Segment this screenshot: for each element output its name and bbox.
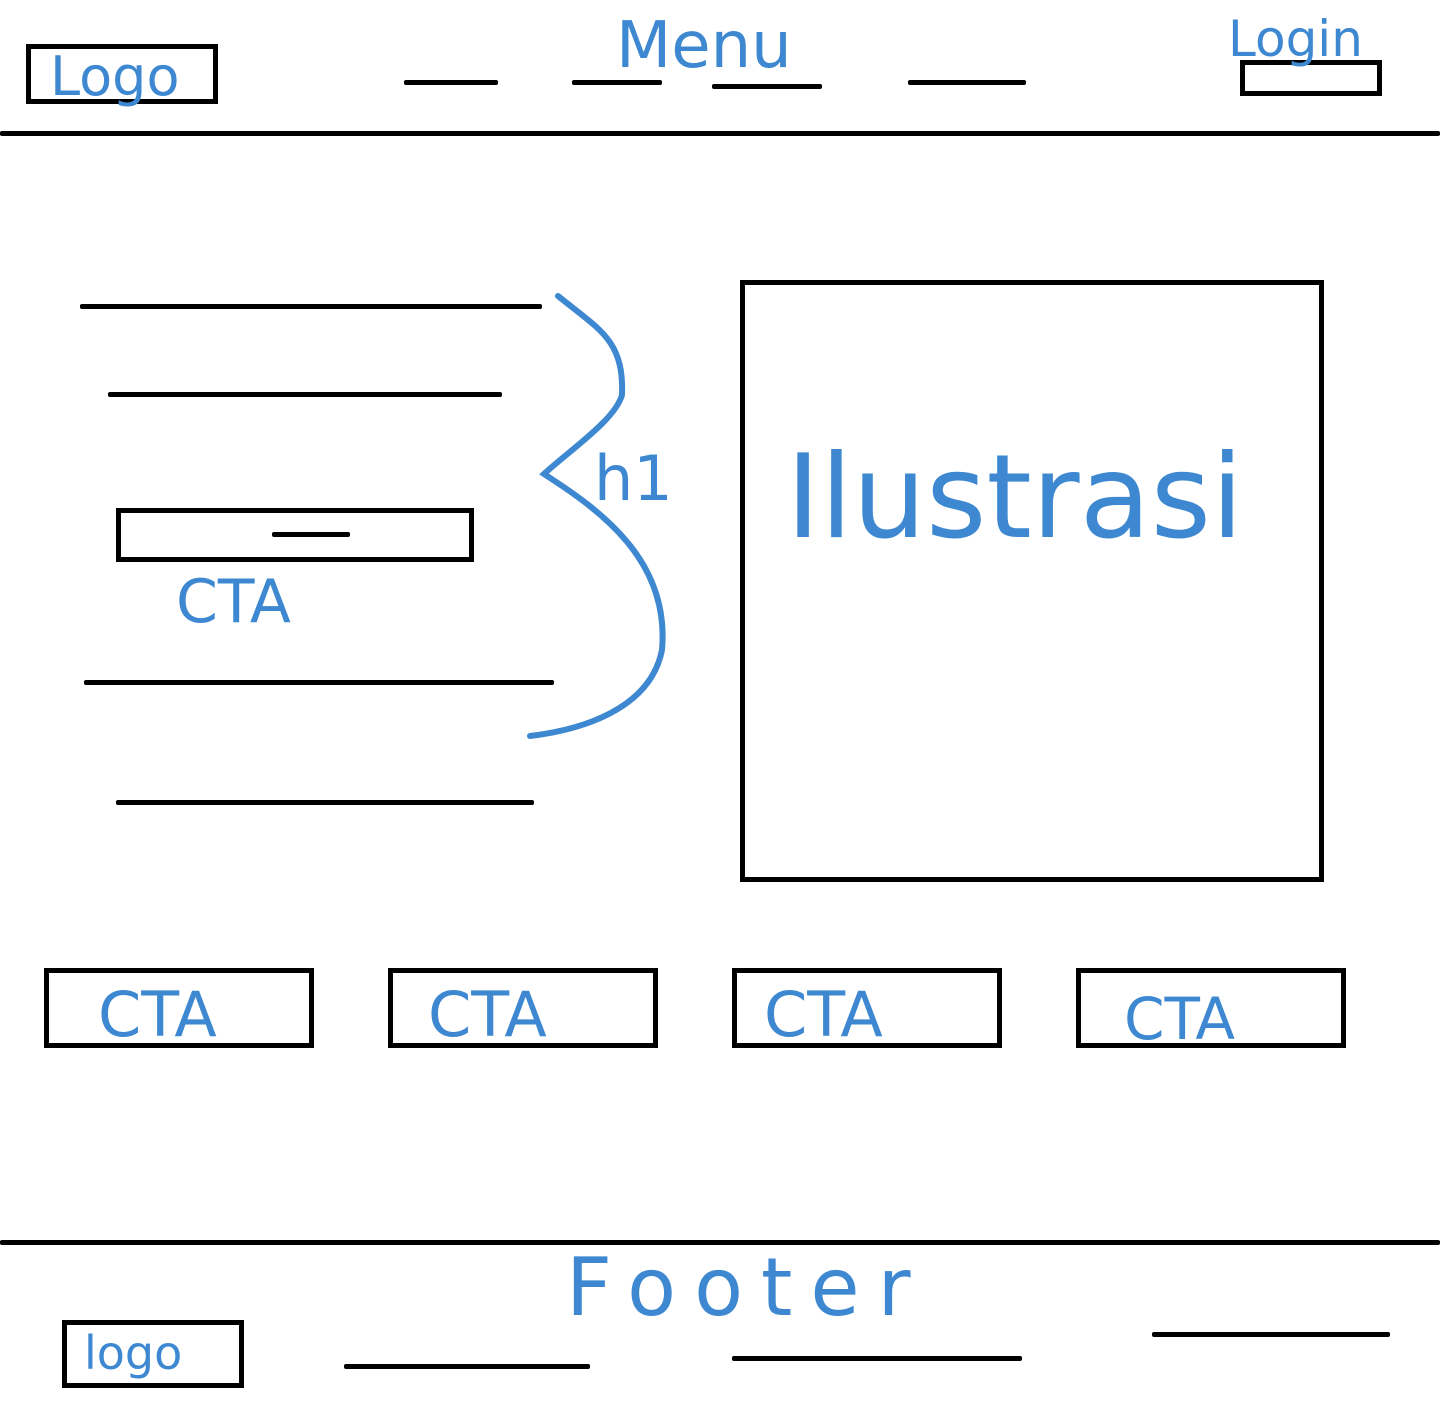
heading-annotation: h1 xyxy=(594,442,673,515)
footer-title: Footer xyxy=(566,1241,929,1334)
cta-label-2: CTA xyxy=(428,978,547,1051)
footer-link-2[interactable] xyxy=(732,1356,1022,1361)
cta-label-3: CTA xyxy=(764,978,883,1051)
footer-link-3[interactable] xyxy=(1152,1332,1390,1337)
cta-label-4: CTA xyxy=(1124,985,1236,1053)
cta-label-1: CTA xyxy=(98,978,217,1051)
footer-link-1[interactable] xyxy=(344,1364,590,1369)
footer-logo-label: logo xyxy=(84,1326,183,1380)
illustration-placeholder xyxy=(740,280,1324,882)
illustration-label: Ilustrasi xyxy=(786,430,1244,565)
